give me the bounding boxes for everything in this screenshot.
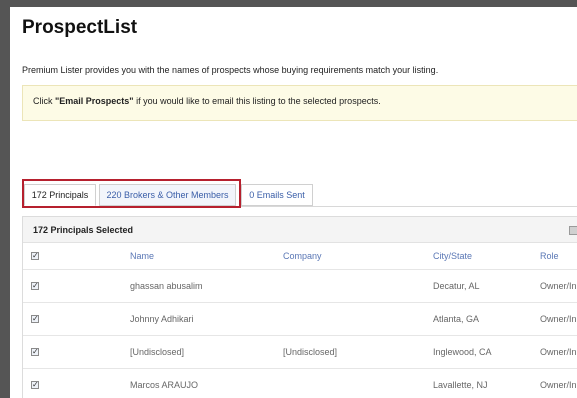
email-prospects-action: "Email Prospects"	[55, 96, 134, 106]
email-prospects-callout: Click "Email Prospects" if you would lik…	[22, 85, 577, 121]
prospect-role: Owner/In	[540, 281, 577, 291]
column-header-city-state[interactable]: City/State	[433, 251, 472, 262]
prospect-name: Marcos ARAUJO	[130, 380, 199, 390]
prospect-company: [Undisclosed]	[283, 347, 338, 357]
column-header-role[interactable]: Role	[540, 251, 577, 262]
intro-text: Premium Lister provides you with the nam…	[22, 65, 439, 75]
prospect-list-panel: ProspectList Premium Lister provides you…	[10, 7, 577, 398]
prospect-role: Owner/In	[540, 380, 577, 390]
prospect-role: Owner/In	[540, 347, 577, 357]
row-checkbox[interactable]: ✓	[31, 348, 39, 356]
selection-summary-bar: 172 Principals Selected	[23, 217, 577, 243]
table-row: ✓ Johnny Adhikari Atlanta, GA Owner/In	[23, 303, 577, 336]
tab-emails-sent[interactable]: 0 Emails Sent	[241, 184, 313, 206]
column-header-name[interactable]: Name	[130, 251, 154, 262]
table-row: ✓ [Undisclosed] [Undisclosed] Inglewood,…	[23, 336, 577, 369]
options-icon[interactable]	[569, 226, 577, 235]
row-checkbox[interactable]: ✓	[31, 315, 39, 323]
prospect-city-state: Inglewood, CA	[433, 347, 492, 357]
callout-prefix: Click	[33, 96, 55, 106]
selected-count-label: 172 Principals Selected	[33, 225, 134, 235]
table-header-row: ✓ Name Company City/State Role	[23, 243, 577, 270]
callout-suffix: if you would like to email this listing …	[133, 96, 381, 106]
prospect-city-state: Atlanta, GA	[433, 314, 480, 324]
row-checkbox[interactable]: ✓	[31, 282, 39, 290]
callout-text: Click "Email Prospects" if you would lik…	[33, 96, 381, 106]
row-checkbox[interactable]: ✓	[31, 381, 39, 389]
table-row: ✓ Marcos ARAUJO Lavallette, NJ Owner/In	[23, 369, 577, 398]
prospect-name: [Undisclosed]	[130, 347, 185, 357]
prospect-name: Johnny Adhikari	[130, 314, 194, 324]
tab-brokers-other-members[interactable]: 220 Brokers & Other Members	[99, 184, 236, 206]
prospect-city-state: Decatur, AL	[433, 281, 480, 291]
prospect-city-state: Lavallette, NJ	[433, 380, 488, 390]
table-row: ✓ ghassan abusalim Decatur, AL Owner/In	[23, 270, 577, 303]
tabs-divider	[22, 206, 577, 207]
column-header-company[interactable]: Company	[283, 251, 322, 262]
tab-principals[interactable]: 172 Principals	[24, 184, 96, 206]
prospect-name: ghassan abusalim	[130, 281, 203, 291]
page-title: ProspectList	[22, 17, 138, 38]
prospect-role: Owner/In	[540, 314, 577, 324]
prospects-table: 172 Principals Selected ✓ Name Company C…	[22, 216, 577, 398]
select-all-checkbox[interactable]: ✓	[31, 252, 39, 260]
